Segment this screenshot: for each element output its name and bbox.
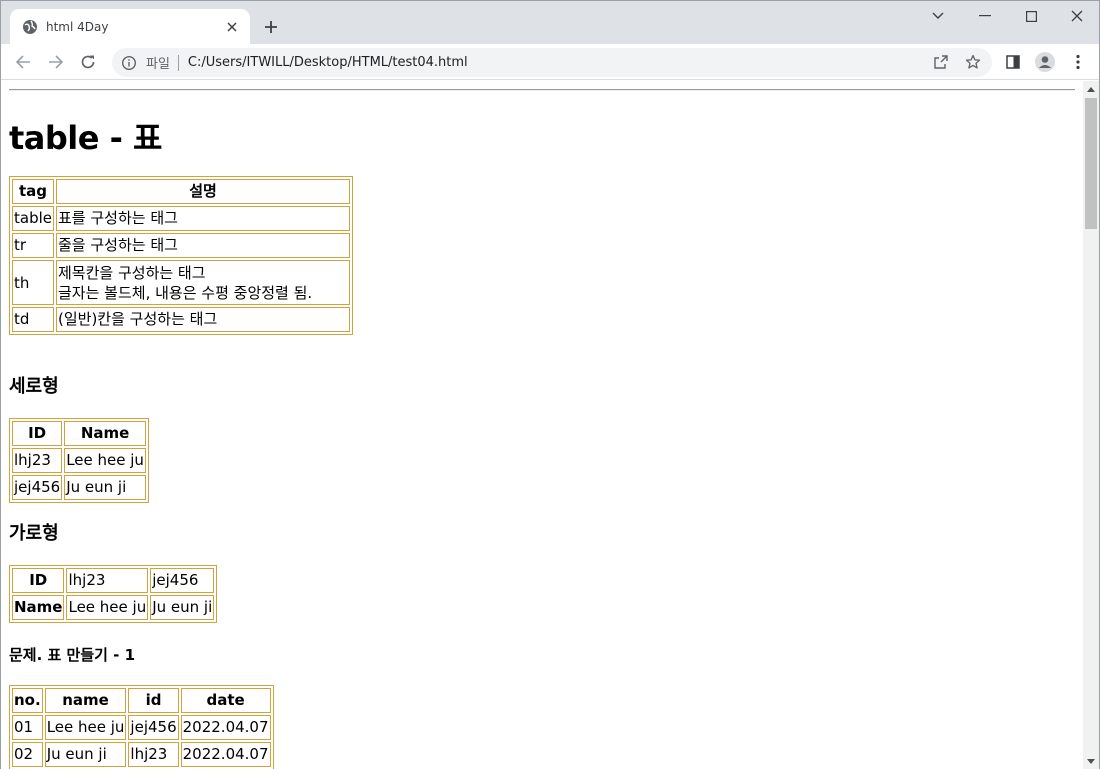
table-header-cell: no. — [12, 688, 43, 713]
share-icon[interactable] — [930, 51, 952, 73]
chevron-down-icon[interactable] — [915, 1, 961, 31]
table-cell: tr — [12, 233, 54, 258]
table-row: th 제목칸을 구성하는 태그 글자는 볼드체, 내용은 수평 중앙정렬 됨. — [12, 260, 350, 305]
table-cell: (일반)칸을 구성하는 태그 — [56, 307, 350, 332]
scrollbar-thumb[interactable] — [1085, 98, 1097, 229]
reload-icon[interactable] — [76, 50, 100, 74]
table-row: jej456 Ju eun ji — [12, 475, 146, 500]
browser-tab[interactable]: html 4Day — [10, 9, 250, 44]
table-cell: 01 — [12, 715, 43, 740]
kebab-menu-icon[interactable] — [1066, 50, 1090, 74]
close-icon[interactable] — [224, 19, 240, 35]
table-header-cell: ID — [12, 568, 65, 593]
table-header-cell: tag — [12, 179, 54, 204]
table-cell: Lee hee ju — [64, 448, 146, 473]
table-cell: 표를 구성하는 태그 — [56, 206, 350, 231]
table-cell: Lee hee ju — [66, 595, 149, 620]
tag-description-table: tag 설명 table 표를 구성하는 태그 tr 줄을 구성하는 태그 th… — [9, 176, 353, 335]
table-cell: Ju eun ji — [64, 475, 146, 500]
scroll-up-arrow-icon[interactable] — [1083, 83, 1099, 95]
table-header-cell: Name — [12, 595, 65, 620]
table-header-row: no. name id date — [12, 688, 271, 713]
table-row: 02 Ju eun ji lhj23 2022.04.07 — [12, 742, 271, 767]
profile-icon[interactable] — [1033, 50, 1057, 74]
minimize-icon[interactable] — [962, 1, 1008, 31]
exercise-table: no. name id date 01 Lee hee ju jej456 20… — [9, 685, 274, 769]
table-cell: 02 — [12, 742, 43, 767]
table-cell: 줄을 구성하는 태그 — [56, 233, 350, 258]
table-cell: th — [12, 260, 54, 305]
table-cell: td — [12, 307, 54, 332]
vertical-scrollbar[interactable] — [1083, 81, 1099, 769]
page-viewport: table - 표 tag 설명 table 표를 구성하는 태그 tr 줄을 … — [1, 81, 1083, 769]
window-close-icon[interactable] — [1054, 1, 1100, 31]
forward-arrow-icon[interactable] — [44, 50, 68, 74]
table-header-cell: ID — [12, 421, 63, 446]
scheme-label: 파일 — [146, 57, 170, 72]
table-row: tr 줄을 구성하는 태그 — [12, 233, 350, 258]
side-panel-icon[interactable] — [1001, 50, 1025, 74]
table-row: td (일반)칸을 구성하는 태그 — [12, 307, 350, 332]
table-cell: lhj23 — [12, 448, 63, 473]
cell-line: 제목칸을 구성하는 태그 — [58, 263, 206, 282]
table-header-cell: date — [180, 688, 271, 713]
table-header-cell: Name — [64, 421, 146, 446]
table-header-row: ID Name — [12, 421, 146, 446]
table-header-cell: name — [44, 688, 127, 713]
table-cell: table — [12, 206, 54, 231]
table-row: ID lhj23 jej456 — [12, 568, 215, 593]
table-row: Name Lee hee ju Ju eun ji — [12, 595, 215, 620]
table-cell: jej456 — [128, 715, 179, 740]
table-header-row: tag 설명 — [12, 179, 350, 204]
horizontal-rule — [9, 89, 1075, 91]
page-content: table - 표 tag 설명 table 표를 구성하는 태그 tr 줄을 … — [9, 81, 1075, 769]
browser-window: html 4Day 파일 C:/Users/ITWILL/Desktop/HTM… — [0, 0, 1100, 769]
table-cell: 2022.04.07 — [180, 742, 271, 767]
table-cell: jej456 — [12, 475, 63, 500]
table-row: 01 Lee hee ju jej456 2022.04.07 — [12, 715, 271, 740]
url-text[interactable]: C:/Users/ITWILL/Desktop/HTML/test04.html — [188, 55, 468, 70]
globe-icon — [22, 19, 38, 35]
table-cell: 2022.04.07 — [180, 715, 271, 740]
tab-strip: html 4Day — [1, 1, 1099, 44]
browser-toolbar: 파일 C:/Users/ITWILL/Desktop/HTML/test04.h… — [1, 44, 1099, 80]
table-row: table 표를 구성하는 태그 — [12, 206, 350, 231]
address-bar[interactable]: 파일 C:/Users/ITWILL/Desktop/HTML/test04.h… — [112, 48, 992, 77]
table-row: lhj23 Lee hee ju — [12, 448, 146, 473]
page-title: table - 표 — [9, 119, 162, 157]
section-heading-exercise: 문제. 표 만들기 - 1 — [9, 646, 136, 664]
section-heading-horizontal: 가로형 — [9, 523, 59, 544]
maximize-icon[interactable] — [1008, 1, 1054, 31]
vertical-table: ID Name lhj23 Lee hee ju jej456 Ju eun j… — [9, 418, 149, 503]
back-arrow-icon[interactable] — [11, 50, 35, 74]
horizontal-table: ID lhj23 jej456 Name Lee hee ju Ju eun j… — [9, 565, 218, 623]
table-cell: jej456 — [150, 568, 215, 593]
table-cell: 제목칸을 구성하는 태그 글자는 볼드체, 내용은 수평 중앙정렬 됨. — [56, 260, 350, 305]
table-cell: Ju eun ji — [150, 595, 215, 620]
plus-icon[interactable] — [259, 15, 283, 39]
table-cell: lhj23 — [128, 742, 179, 767]
omnibox-separator — [177, 54, 179, 71]
table-cell: Lee hee ju — [44, 715, 127, 740]
table-header-cell: 설명 — [56, 179, 350, 204]
cell-line: 글자는 볼드체, 내용은 수평 중앙정렬 됨. — [58, 283, 313, 302]
table-cell: lhj23 — [66, 568, 149, 593]
scroll-down-arrow-icon[interactable] — [1083, 755, 1099, 767]
tab-title: html 4Day — [46, 19, 109, 34]
star-icon[interactable] — [962, 51, 984, 73]
section-heading-vertical: 세로형 — [9, 376, 59, 397]
info-icon[interactable] — [121, 55, 137, 71]
table-cell: Ju eun ji — [44, 742, 127, 767]
table-header-cell: id — [128, 688, 179, 713]
